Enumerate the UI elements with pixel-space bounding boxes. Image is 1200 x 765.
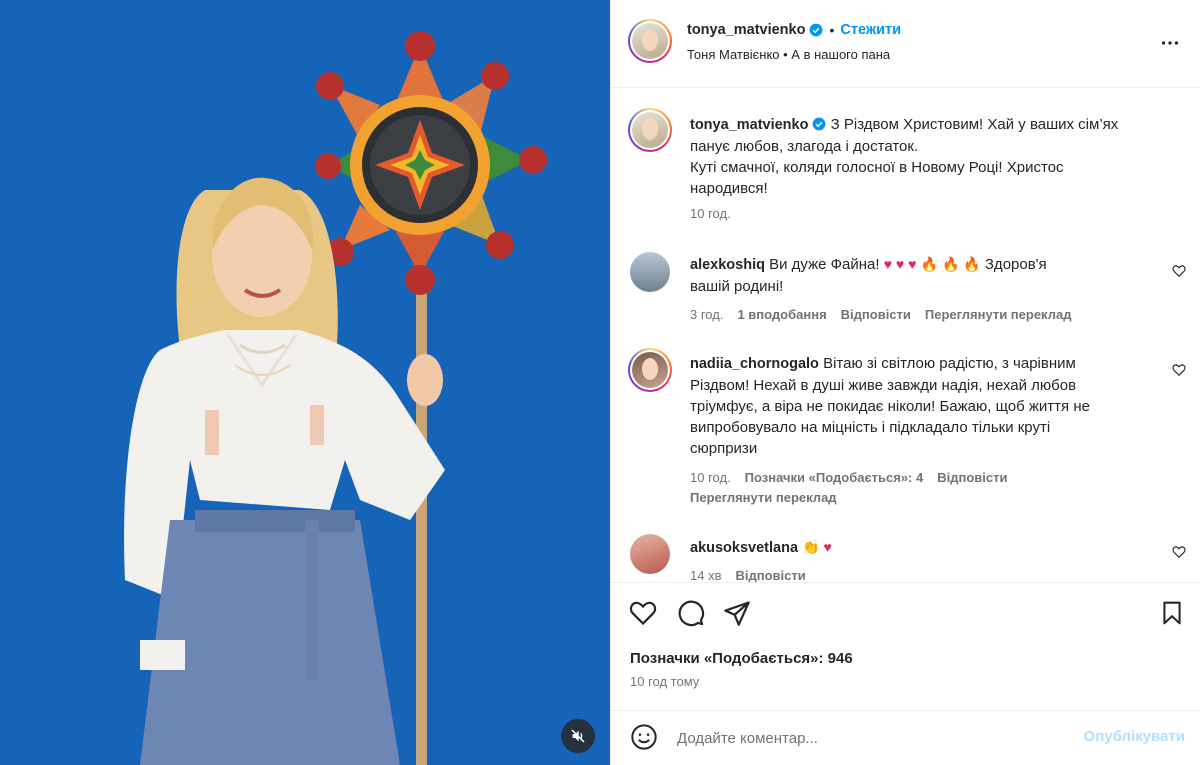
comment-likes[interactable]: 1 вподобання — [737, 307, 826, 322]
verified-badge-icon — [813, 117, 826, 131]
heart-outline-icon[interactable] — [1172, 363, 1186, 377]
comment-line-2: Різдвом! Нехай в душі живе завжди надія,… — [690, 377, 1077, 394]
caption-time: 10 год. — [690, 206, 731, 221]
heart-emoji: ♥ ♥ ♥ — [883, 256, 917, 272]
author-username[interactable]: tonya_matvienko — [687, 22, 805, 38]
comment-meta-2: Переглянути переклад — [690, 490, 837, 505]
caption-text: tonya_matvienko З Різдвом Христовим! Хай… — [690, 114, 1170, 199]
comment-text: alexkoshiq Ви дуже Файна! ♥ ♥ ♥ 🔥 🔥 🔥 Зд… — [690, 254, 1160, 297]
comment-time: 10 год. — [690, 470, 731, 485]
bookmark-icon[interactable] — [1159, 599, 1185, 627]
comment-likes[interactable]: Позначки «Подобається»: 4 — [745, 470, 924, 485]
translate-button[interactable]: Переглянути переклад — [925, 307, 1072, 322]
caption-line-4: народився! — [690, 180, 768, 197]
heart-outline-icon[interactable] — [629, 599, 657, 627]
post-panel: tonya_matvienko • Стежити Тоня Матвієнко… — [610, 0, 1200, 765]
post-media[interactable] — [0, 0, 610, 765]
likes-count[interactable]: Позначки «Подобається»: 946 — [630, 650, 853, 667]
mute-button[interactable] — [561, 719, 595, 753]
post-actions: Позначки «Подобається»: 946 10 год тому — [611, 582, 1200, 710]
reply-button[interactable]: Відповісти — [937, 470, 1007, 485]
caption-username[interactable]: tonya_matvienko — [690, 117, 808, 133]
paper-plane-icon[interactable] — [723, 599, 751, 627]
comment-meta: 3 год. 1 вподобання Відповісти Перегляну… — [690, 307, 1071, 322]
clap-heart-emoji: 👏 ♥ — [802, 539, 832, 555]
comment-text-c: вашій родині! — [690, 278, 784, 295]
follow-button[interactable]: Стежити — [840, 22, 901, 38]
comment-time: 3 год. — [690, 307, 724, 322]
heart-outline-icon[interactable] — [1172, 264, 1186, 278]
reply-button[interactable]: Відповісти — [735, 568, 805, 583]
author-avatar[interactable] — [628, 19, 672, 63]
add-comment-bar: Опублікувати — [611, 710, 1200, 765]
comment-text-a: Ви дуже Файна! — [769, 256, 880, 273]
comment-bubble-icon[interactable] — [677, 599, 705, 627]
post-timestamp: 10 год тому — [630, 674, 700, 689]
comment-text-b: Здоров'я — [984, 256, 1047, 273]
caption-line-3: Куті смачної, коляди голосної в Новому Р… — [690, 159, 1064, 176]
commenter-username[interactable]: alexkoshiq — [690, 257, 765, 273]
more-horizontal-icon[interactable] — [1159, 32, 1181, 54]
translate-button[interactable]: Переглянути переклад — [690, 490, 837, 505]
comment-line-5: сюрпризи — [690, 440, 758, 457]
post-photo — [0, 0, 610, 765]
heart-outline-icon[interactable] — [1172, 545, 1186, 559]
commenter-username[interactable]: nadiia_chornogalo — [690, 356, 819, 372]
reply-button[interactable]: Відповісти — [841, 307, 911, 322]
publish-button[interactable]: Опублікувати — [1084, 728, 1185, 745]
audio-subtitle[interactable]: Тоня Матвієнко • А в нашого пана — [687, 47, 890, 62]
comment-time: 14 хв — [690, 568, 722, 583]
author-line: tonya_matvienko • Стежити — [687, 22, 901, 38]
post-modal: tonya_matvienko • Стежити Тоня Матвієнко… — [0, 0, 1200, 765]
smile-icon[interactable] — [630, 723, 658, 751]
commenter-avatar[interactable] — [630, 252, 670, 292]
commenter-avatar[interactable] — [630, 534, 670, 574]
post-header: tonya_matvienko • Стежити Тоня Матвієнко… — [611, 0, 1200, 88]
verified-badge-icon — [810, 23, 823, 37]
caption-line-1: З Різдвом Христовим! Хай у ваших сім’ях — [830, 116, 1119, 133]
comment-meta: 10 год. Позначки «Подобається»: 4 Відпов… — [690, 470, 1007, 485]
fire-emoji: 🔥 🔥 🔥 — [920, 256, 981, 272]
comment-input[interactable] — [677, 725, 1057, 751]
speaker-muted-icon — [571, 729, 585, 743]
comment-line-3: тріумфує, а віра не покидає ніколи! Бажа… — [690, 398, 1090, 415]
commenter-username[interactable]: akusoksvetlana — [690, 540, 798, 556]
comment-text: akusoksvetlana 👏 ♥ — [690, 537, 1160, 559]
comment-meta: 14 хв Відповісти — [690, 568, 806, 583]
separator-dot: • — [829, 22, 835, 38]
caption-line-2: панує любов, злагода і достаток. — [690, 138, 919, 155]
comment-text: nadiia_chornogalo Вітаю зі світлою радіс… — [690, 353, 1160, 459]
comment-line-1: Вітаю зі світлою радістю, з чарівним — [823, 355, 1076, 372]
commenter-avatar[interactable] — [628, 348, 672, 392]
caption-avatar[interactable] — [628, 108, 672, 152]
comment-line-4: випробовувало на міцність і підкладало т… — [690, 419, 1051, 436]
